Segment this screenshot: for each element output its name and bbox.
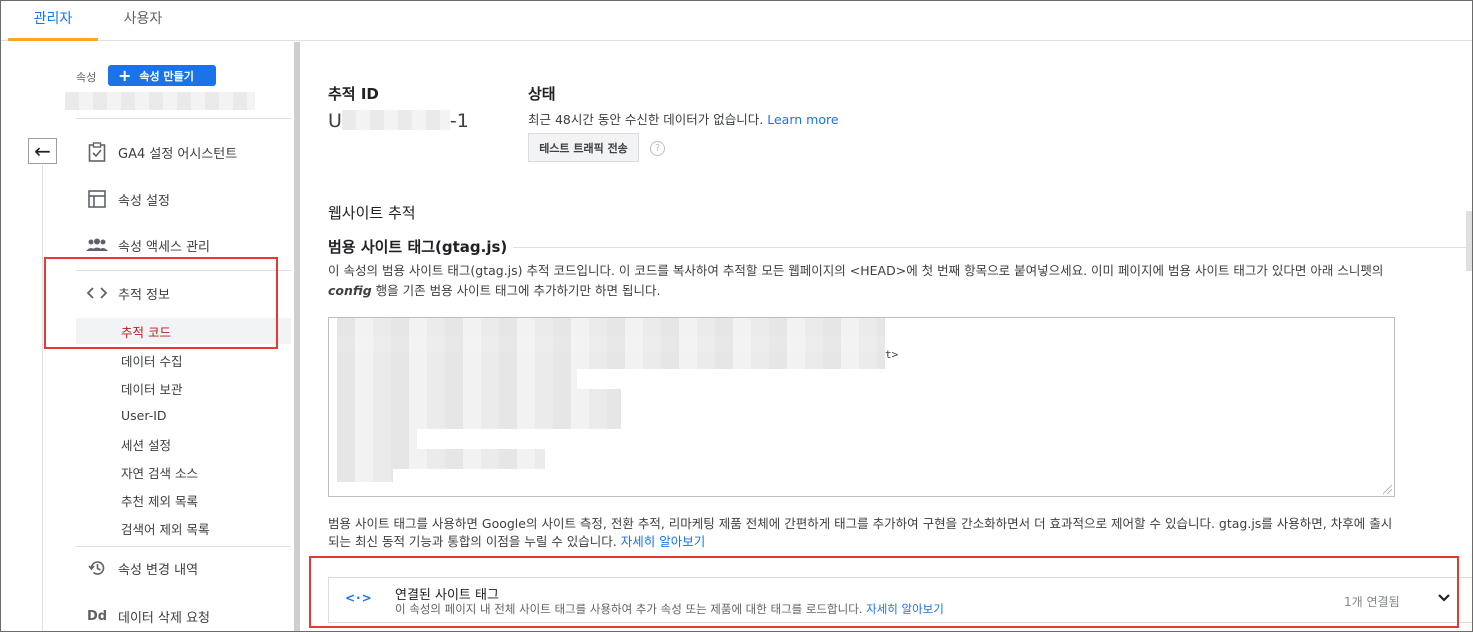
status-text: 최근 48시간 동안 수신한 데이터가 없습니다. Learn more xyxy=(528,109,839,128)
code-redacted xyxy=(337,409,621,429)
layout-icon xyxy=(76,190,118,208)
code-redacted xyxy=(337,389,621,409)
sidebar-item-label: GA4 설정 어시스턴트 xyxy=(118,146,238,162)
sidebar-subitem-referral-exclusion[interactable]: 추천 제외 목록 xyxy=(121,491,198,510)
property-selector-redacted[interactable] xyxy=(65,92,255,110)
tab-user[interactable]: 사용자 xyxy=(101,1,185,41)
sidebar-subitem-session-settings[interactable]: 세션 설정 xyxy=(121,435,171,454)
tracking-id-prefix: U xyxy=(328,110,342,132)
learn-more-link[interactable]: 자세히 알아보기 xyxy=(621,534,705,549)
bottom-description-line2: 되는 최신 동적 기능과 통합의 이점을 누릴 수 있습니다. 자세히 알아보기 xyxy=(328,532,705,552)
sidebar-subitem-user-id[interactable]: User-ID xyxy=(121,408,167,423)
top-tab-bar: 관리자 사용자 xyxy=(1,1,1472,41)
property-label: 속성 xyxy=(76,71,97,84)
create-property-button[interactable]: + 속성 만들기 xyxy=(108,65,216,86)
section-divider xyxy=(511,247,1472,248)
plus-icon: + xyxy=(118,65,132,85)
gtag-description-line1: 이 속성의 범용 사이트 태그(gtag.js) 추적 코드입니다. 이 코드를… xyxy=(328,263,1384,278)
bottom-description-text: 되는 최신 동적 기능과 통합의 이점을 누릴 수 있습니다. xyxy=(328,534,617,549)
arrow-left-icon: ← xyxy=(34,139,51,163)
help-icon[interactable]: ? xyxy=(650,141,665,156)
gtag-description-rest: 행을 기존 범용 사이트 태그에 추가하기만 하면 됩니다. xyxy=(371,283,661,298)
highlight-box-sidebar xyxy=(44,257,278,349)
sidebar-item-change-history[interactable]: 속성 변경 내역 xyxy=(76,550,291,586)
code-redacted xyxy=(337,429,417,449)
send-test-traffic-button[interactable]: 테스트 트래픽 전송 xyxy=(528,133,639,162)
bottom-description-line1: 범용 사이트 태그를 사용하면 Google의 사이트 측정, 전환 추적, 리… xyxy=(328,516,1393,531)
main-content: 추적 ID U -1 상태 최근 48시간 동안 수신한 데이터가 없습니다. L… xyxy=(301,42,1472,631)
tracking-code-textarea[interactable]: t> xyxy=(328,317,1395,497)
config-keyword: config xyxy=(328,283,372,298)
tracking-id-suffix: -1 xyxy=(449,110,469,132)
sidebar-scrollbar[interactable] xyxy=(294,42,300,631)
tracking-id-value: U -1 xyxy=(328,109,469,132)
tracking-id-label: 추적 ID xyxy=(328,85,379,103)
sidebar-item-label: 데이터 삭제 요청 xyxy=(118,610,210,626)
sidebar-item-ga4-assistant[interactable]: GA4 설정 어시스턴트 xyxy=(76,134,291,170)
back-button[interactable]: ← xyxy=(28,138,57,164)
app-frame: 관리자 사용자 속성 + 속성 만들기 ← GA4 설정 어시스턴트 속성 설정 xyxy=(0,0,1473,632)
gtag-title: 범용 사이트 태그(gtag.js) xyxy=(328,236,514,257)
code-tail-text: t> xyxy=(885,348,899,361)
tracking-id-redacted xyxy=(341,109,450,130)
resize-handle[interactable] xyxy=(1383,485,1392,494)
code-redacted xyxy=(337,318,885,336)
sidebar-subitem-data-retention[interactable]: 데이터 보관 xyxy=(121,379,182,398)
code-redacted xyxy=(337,369,577,389)
sidebar-guide-line xyxy=(42,165,43,631)
tab-admin[interactable]: 관리자 xyxy=(8,1,98,41)
page-scrollbar[interactable] xyxy=(1466,211,1472,271)
sidebar-subitem-data-collection[interactable]: 데이터 수집 xyxy=(121,351,182,370)
learn-more-link[interactable]: Learn more xyxy=(767,112,838,127)
website-tracking-title: 웹사이트 추적 xyxy=(328,204,416,222)
code-redacted xyxy=(337,336,885,351)
create-property-label: 속성 만들기 xyxy=(139,69,194,83)
sidebar-item-label: 속성 설정 xyxy=(118,193,170,209)
sidebar-item-label: 속성 변경 내역 xyxy=(118,562,199,578)
gtag-description-line2: config 행을 기존 범용 사이트 태그에 추가하기만 하면 됩니다. xyxy=(328,281,660,301)
dd-icon: Dd xyxy=(86,608,108,624)
sidebar-item-data-deletion[interactable]: Dd 데이터 삭제 요청 xyxy=(76,598,291,631)
people-icon xyxy=(76,238,118,252)
highlight-box-connected-tags xyxy=(309,556,1459,628)
code-redacted xyxy=(337,464,393,482)
sidebar-divider xyxy=(76,118,291,119)
sidebar-divider xyxy=(76,546,291,547)
sidebar-subitem-search-term-exclusion[interactable]: 검색어 제외 목록 xyxy=(121,519,209,538)
sidebar-item-label: 속성 액세스 관리 xyxy=(118,239,210,255)
status-label: 상태 xyxy=(528,85,556,103)
sidebar-item-property-settings[interactable]: 속성 설정 xyxy=(76,181,291,217)
sidebar-subitem-organic-search-sources[interactable]: 자연 검색 소스 xyxy=(121,463,198,482)
code-redacted xyxy=(337,351,885,369)
history-icon xyxy=(76,559,118,577)
checklist-icon xyxy=(76,142,118,162)
status-message: 최근 48시간 동안 수신한 데이터가 없습니다. xyxy=(528,112,764,127)
